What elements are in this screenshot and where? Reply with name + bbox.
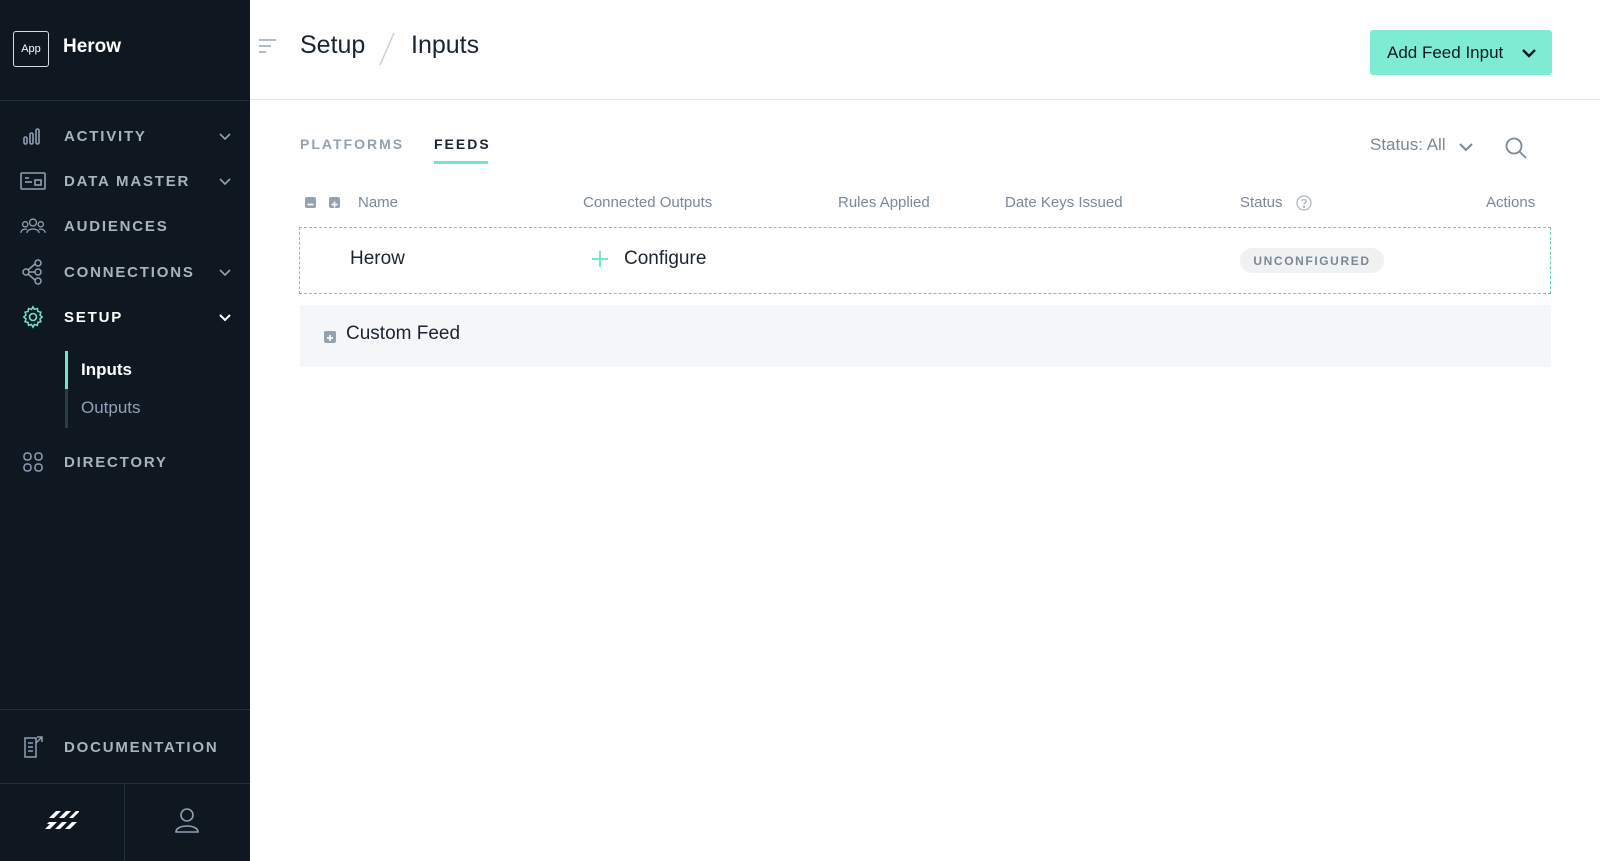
nav-label-audiences: AUDIENCES xyxy=(64,217,169,235)
subnav-active-indicator xyxy=(65,351,68,389)
top-bar: Setup Inputs Add Feed Input xyxy=(250,0,1600,100)
app-name[interactable]: Herow xyxy=(63,36,121,58)
column-header-rules-applied[interactable]: Rules Applied xyxy=(838,194,930,211)
user-profile-button[interactable] xyxy=(125,784,249,861)
sidebar: App Herow ACTIVITY DATA MASTER AUDIENCES… xyxy=(0,0,250,861)
expand-all-icon[interactable] xyxy=(329,197,340,208)
breadcrumb-setup[interactable]: Setup xyxy=(300,31,365,60)
add-feed-input-button[interactable]: Add Feed Input xyxy=(1370,30,1552,75)
configure-label: Configure xyxy=(624,248,707,269)
page-title: Inputs xyxy=(411,31,480,59)
nav-label-setup: SETUP xyxy=(64,308,124,326)
collapse-all-icon[interactable] xyxy=(305,197,316,208)
status-filter[interactable]: Status: All xyxy=(1370,135,1446,155)
documentation-section: DOCUMENTATION xyxy=(0,709,250,784)
search-icon[interactable] xyxy=(1504,136,1528,160)
chevron-down-icon[interactable] xyxy=(216,308,234,326)
data-master-icon xyxy=(20,168,46,194)
grid-icon xyxy=(20,449,46,475)
gear-icon xyxy=(20,304,46,330)
brand-logo-icon xyxy=(45,807,79,838)
subnav-item-inputs[interactable]: Inputs xyxy=(81,360,132,380)
subnav-item-outputs[interactable]: Outputs xyxy=(81,398,141,418)
bar-chart-icon xyxy=(20,123,46,149)
app-header: App Herow xyxy=(0,0,250,101)
add-feed-input-label: Add Feed Input xyxy=(1387,42,1504,62)
group-row-custom-feed[interactable]: Custom Feed xyxy=(300,305,1551,367)
chevron-down-icon[interactable] xyxy=(1457,138,1475,156)
document-icon xyxy=(20,734,46,760)
brand-logo-button[interactable] xyxy=(0,784,124,861)
nav-item-data-master[interactable]: DATA MASTER xyxy=(0,161,250,201)
app-badge[interactable]: App xyxy=(13,31,49,67)
breadcrumb-separator xyxy=(378,32,396,66)
help-icon[interactable] xyxy=(1296,195,1312,211)
nav-item-activity[interactable]: ACTIVITY xyxy=(0,116,250,156)
column-header-actions: Actions xyxy=(1486,194,1536,211)
column-header-name[interactable]: Name xyxy=(358,194,398,211)
connections-icon xyxy=(20,259,46,285)
audiences-icon xyxy=(20,213,46,239)
status-badge: UNCONFIGURED xyxy=(1240,248,1384,273)
menu-toggle-icon[interactable] xyxy=(258,38,278,56)
nav-item-directory[interactable]: DIRECTORY xyxy=(0,442,250,482)
nav-item-documentation[interactable]: DOCUMENTATION xyxy=(0,727,250,767)
chevron-down-icon[interactable] xyxy=(216,263,234,281)
tab-feeds[interactable]: FEEDS xyxy=(434,136,491,152)
nav-label-documentation: DOCUMENTATION xyxy=(64,738,219,756)
column-header-date-keys-issued[interactable]: Date Keys Issued xyxy=(1005,194,1123,211)
plus-icon xyxy=(588,247,612,271)
user-icon xyxy=(174,806,200,839)
tab-active-underline xyxy=(434,161,488,164)
chevron-down-icon xyxy=(1520,44,1538,62)
column-header-connected-outputs[interactable]: Connected Outputs xyxy=(583,194,712,211)
tab-platforms[interactable]: PLATFORMS xyxy=(300,136,404,152)
sidebar-bottom-bar xyxy=(0,784,250,861)
nav-label-directory: DIRECTORY xyxy=(64,453,168,471)
column-header-status[interactable]: Status xyxy=(1240,194,1283,211)
nav-item-connections[interactable]: CONNECTIONS xyxy=(0,252,250,292)
chevron-down-icon[interactable] xyxy=(216,172,234,190)
nav-label-connections: CONNECTIONS xyxy=(64,263,195,281)
row-name: Herow xyxy=(350,248,405,269)
nav-item-audiences[interactable]: AUDIENCES xyxy=(0,206,250,246)
configure-button[interactable]: Configure xyxy=(588,244,706,274)
group-label: Custom Feed xyxy=(346,323,461,344)
nav-item-setup[interactable]: SETUP xyxy=(0,297,250,337)
chevron-down-icon[interactable] xyxy=(216,127,234,145)
nav-label-data-master: DATA MASTER xyxy=(64,172,191,190)
expand-icon[interactable] xyxy=(324,331,336,343)
nav-label-activity: ACTIVITY xyxy=(64,127,147,145)
